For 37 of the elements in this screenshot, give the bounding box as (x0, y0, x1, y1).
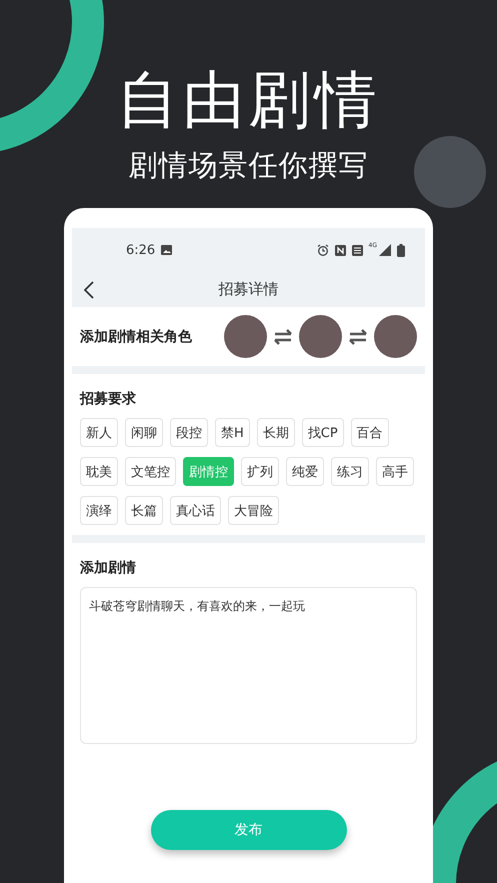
page-title: 招募详情 (218, 280, 280, 299)
tag-chip[interactable]: 百合 (350, 418, 389, 447)
tag-chip[interactable]: 新人 (80, 418, 118, 447)
plot-text-field[interactable]: 斗破苍穹剧情聊天，有喜欢的来，一起玩 (80, 587, 417, 744)
tag-chip[interactable]: 耽美 (80, 457, 118, 486)
tag-chip[interactable]: 纯爱 (286, 457, 324, 486)
avatar[interactable] (374, 315, 417, 358)
tag-chip[interactable]: 禁H (215, 418, 250, 447)
tag-chip[interactable]: 真心话 (170, 496, 221, 525)
alarm-icon (316, 244, 329, 256)
status-time: 6:26 (126, 242, 156, 258)
section-title: 招募要求 (80, 390, 137, 408)
tag-chip[interactable]: 段控 (170, 418, 208, 447)
battery-icon (397, 244, 405, 256)
avatar[interactable] (224, 315, 267, 358)
swap-arrows-icon (273, 328, 293, 344)
roles-label: 添加剧情相关角色 (80, 328, 192, 346)
tag-chip[interactable]: 闲聊 (125, 418, 163, 447)
subheadline: 剧情场景任你撰写 (128, 147, 368, 184)
tag-chip[interactable]: 练习 (331, 457, 369, 486)
tag-chip[interactable]: 演绎 (80, 496, 118, 525)
tag-chip[interactable]: 长篇 (125, 496, 163, 525)
tag-chip[interactable]: 文笔控 (125, 457, 176, 486)
nfc-icon (334, 244, 346, 256)
tag-chip[interactable]: 扩列 (241, 457, 279, 486)
back-button[interactable] (82, 278, 96, 300)
avatar[interactable] (299, 315, 342, 358)
tag-chip[interactable]: 大冒险 (228, 496, 279, 525)
swap-arrows-icon (348, 328, 368, 344)
tag-chip[interactable]: 找CP (302, 418, 344, 447)
headline: 自由剧情 (116, 62, 380, 138)
image-icon (161, 245, 172, 255)
section-title: 添加剧情 (80, 559, 137, 577)
tag-chip[interactable]: 长期 (256, 418, 295, 447)
signal-icon (379, 244, 391, 256)
tag-chip[interactable]: 高手 (376, 457, 414, 486)
volte-icon (352, 244, 363, 256)
